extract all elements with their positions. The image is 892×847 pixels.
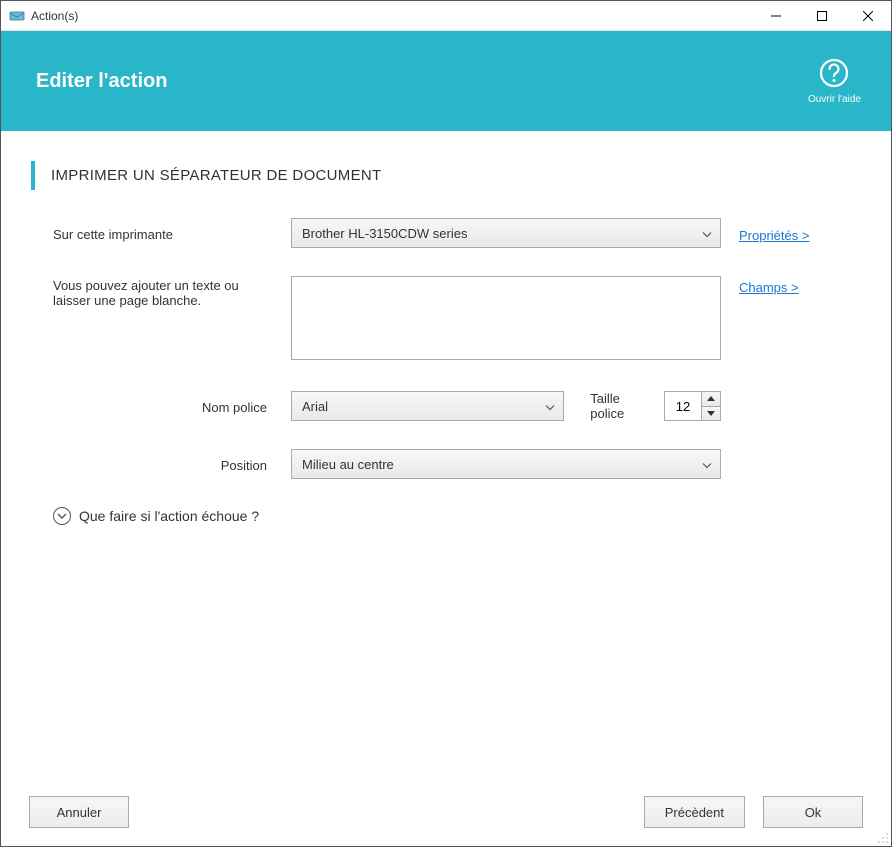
row-printer: Sur cette imprimante Brother HL-3150CDW …	[53, 218, 861, 248]
row-font: Nom police Arial Taille police	[53, 391, 861, 421]
close-button[interactable]	[845, 1, 891, 31]
window-controls	[753, 1, 891, 30]
text-label: Vous pouvez ajouter un texte ou laisser …	[53, 276, 291, 308]
fields-link[interactable]: Champs >	[739, 280, 799, 295]
cancel-button[interactable]: Annuler	[29, 796, 129, 828]
font-name-value: Arial	[302, 399, 328, 414]
previous-button[interactable]: Précèdent	[644, 796, 745, 828]
chevron-down-icon	[702, 457, 712, 472]
spinner-up-button[interactable]	[702, 392, 720, 406]
content: IMPRIMER UN SÉPARATEUR DE DOCUMENT Sur c…	[1, 131, 891, 780]
properties-link[interactable]: Propriétés >	[739, 228, 809, 243]
resize-grip[interactable]	[877, 832, 889, 844]
failure-section-label: Que faire si l'action échoue ?	[79, 508, 259, 524]
spinner-down-button[interactable]	[702, 406, 720, 421]
printer-value: Brother HL-3150CDW series	[302, 226, 467, 241]
help-button[interactable]: Ouvrir l'aide	[808, 57, 861, 105]
maximize-button[interactable]	[799, 1, 845, 31]
font-size-label: Taille police	[590, 391, 654, 421]
chevron-down-icon	[545, 399, 555, 414]
chevron-down-circle-icon	[53, 507, 71, 525]
help-icon	[808, 57, 861, 92]
titlebar: Action(s)	[1, 1, 891, 31]
minimize-button[interactable]	[753, 1, 799, 31]
section-title: IMPRIMER UN SÉPARATEUR DE DOCUMENT	[31, 161, 861, 190]
row-position: Position Milieu au centre	[53, 449, 861, 479]
position-value: Milieu au centre	[302, 457, 394, 472]
app-icon	[9, 8, 25, 24]
separator-text-input[interactable]	[291, 276, 721, 360]
page-title: Editer l'action	[36, 70, 167, 93]
printer-label: Sur cette imprimante	[53, 225, 291, 242]
help-label: Ouvrir l'aide	[808, 94, 861, 105]
header: Editer l'action Ouvrir l'aide	[1, 31, 891, 131]
font-name-label: Nom police	[53, 398, 291, 415]
position-label: Position	[53, 456, 291, 473]
row-text: Vous pouvez ajouter un texte ou laisser …	[53, 276, 861, 363]
font-name-select[interactable]: Arial	[291, 391, 564, 421]
font-size-input[interactable]	[665, 392, 701, 420]
window-title: Action(s)	[31, 9, 753, 23]
failure-section-toggle[interactable]: Que faire si l'action échoue ?	[53, 507, 861, 525]
font-size-spinner[interactable]	[664, 391, 721, 421]
form-area: Sur cette imprimante Brother HL-3150CDW …	[31, 218, 861, 525]
position-select[interactable]: Milieu au centre	[291, 449, 721, 479]
window: Action(s) Editer l'action Ouvri	[0, 0, 892, 847]
footer: Annuler Précèdent Ok	[1, 780, 891, 846]
chevron-down-icon	[702, 226, 712, 241]
printer-select[interactable]: Brother HL-3150CDW series	[291, 218, 721, 248]
ok-button[interactable]: Ok	[763, 796, 863, 828]
